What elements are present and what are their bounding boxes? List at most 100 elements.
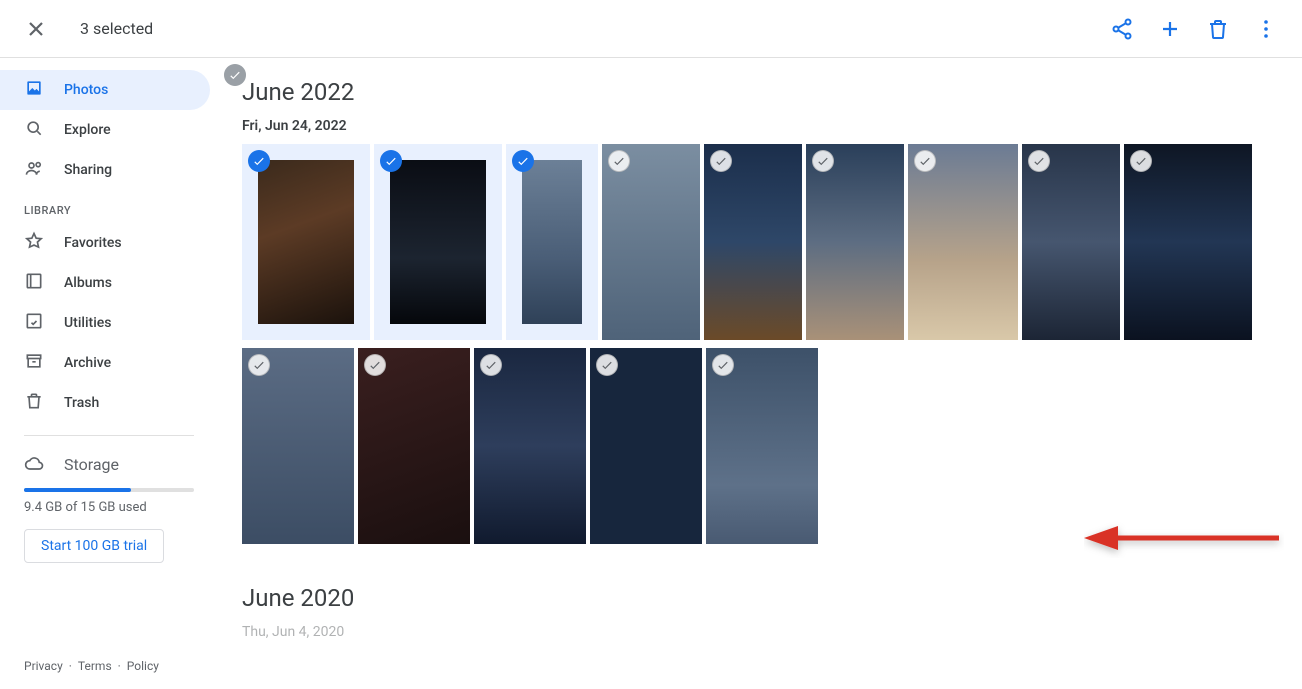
trash-icon [1206, 17, 1230, 41]
close-icon [24, 17, 48, 41]
sidebar-item-label: Trash [64, 395, 99, 411]
group-title: June 2022 [242, 78, 1278, 106]
people-icon [24, 158, 44, 182]
photo-thumbnail[interactable] [506, 144, 598, 340]
sidebar: Photos Explore Sharing LIBRARY Favorites Al… [0, 58, 218, 689]
date-label: Fri, Jun 24, 2022 [242, 118, 347, 134]
utilities-icon [24, 311, 44, 335]
photo-group: June 2020 Thu, Jun 4, 2020 [242, 584, 1278, 640]
share-icon [1110, 17, 1134, 41]
photo-image [908, 144, 1018, 340]
storage-meter-fill [24, 488, 131, 492]
checkmark-unselected-icon[interactable] [712, 354, 734, 376]
footer-links: Privacy · Terms · Policy [0, 659, 183, 673]
photo-image [1022, 144, 1120, 340]
photo-thumbnail[interactable] [374, 144, 502, 340]
sidebar-item-photos[interactable]: Photos [0, 70, 210, 110]
footer-privacy-link[interactable]: Privacy [24, 659, 63, 673]
sidebar-item-label: Archive [64, 355, 111, 371]
photo-group: June 2022 Fri, Jun 24, 2022 [242, 78, 1278, 544]
cloud-icon [24, 454, 44, 474]
photo-thumbnail[interactable] [806, 144, 904, 340]
search-icon [24, 118, 44, 142]
date-header[interactable]: Fri, Jun 24, 2022 [242, 118, 1278, 134]
checkmark-unselected-icon[interactable] [914, 150, 936, 172]
close-selection-button[interactable] [16, 9, 56, 49]
storage-used-text: 9.4 GB of 15 GB used [24, 500, 194, 515]
sidebar-item-storage[interactable]: Storage [24, 444, 194, 484]
sidebar-item-trash[interactable]: Trash [0, 383, 210, 423]
more-options-button[interactable] [1246, 9, 1286, 49]
group-title: June 2020 [242, 584, 1278, 612]
checkmark-unselected-icon[interactable] [596, 354, 618, 376]
star-icon [24, 231, 44, 255]
photo-thumbnail[interactable] [908, 144, 1018, 340]
photo-image [258, 160, 354, 324]
photo-thumbnail[interactable] [242, 144, 370, 340]
photo-thumbnail[interactable] [474, 348, 586, 544]
checkmark-selected-icon[interactable] [512, 150, 534, 172]
checkmark-unselected-icon[interactable] [812, 150, 834, 172]
checkmark-unselected-icon[interactable] [608, 150, 630, 172]
photo-image [390, 160, 486, 324]
photo-thumbnail[interactable] [242, 348, 354, 544]
photo-image [1124, 144, 1252, 340]
checkmark-selected-icon[interactable] [248, 150, 270, 172]
delete-button[interactable] [1198, 9, 1238, 49]
archive-icon [24, 351, 44, 375]
storage-meter [24, 488, 194, 492]
checkmark-unselected-icon[interactable] [480, 354, 502, 376]
photo-image [474, 348, 586, 544]
date-header[interactable]: Thu, Jun 4, 2020 [242, 624, 1278, 640]
top-bar: 3 selected [0, 0, 1302, 58]
sidebar-item-label: Storage [64, 455, 119, 474]
date-select-checkmark[interactable] [224, 64, 246, 86]
checkmark-unselected-icon[interactable] [248, 354, 270, 376]
photo-image [242, 348, 354, 544]
album-icon [24, 271, 44, 295]
checkmark-unselected-icon[interactable] [1130, 150, 1152, 172]
photo-thumbnail[interactable] [590, 348, 702, 544]
checkmark-unselected-icon[interactable] [364, 354, 386, 376]
photo-thumbnail[interactable] [602, 144, 700, 340]
photo-thumbnail[interactable] [1124, 144, 1252, 340]
add-to-button[interactable] [1150, 9, 1190, 49]
selection-count: 3 selected [80, 19, 153, 38]
checkmark-selected-icon[interactable] [380, 150, 402, 172]
photo-thumbnail[interactable] [358, 348, 470, 544]
sidebar-separator [24, 435, 194, 436]
photo-image [602, 144, 700, 340]
share-button[interactable] [1102, 9, 1142, 49]
main-content: June 2022 Fri, Jun 24, 2022 June 2020 Th… [218, 58, 1302, 689]
sidebar-item-sharing[interactable]: Sharing [0, 150, 210, 190]
sidebar-section-library: LIBRARY [0, 190, 218, 223]
footer-terms-link[interactable]: Terms [78, 659, 112, 673]
sidebar-item-label: Albums [64, 275, 112, 291]
photo-image [706, 348, 818, 544]
photo-thumbnail[interactable] [706, 348, 818, 544]
checkmark-unselected-icon[interactable] [710, 150, 732, 172]
sidebar-item-label: Utilities [64, 315, 111, 331]
photo-image [704, 144, 802, 340]
sidebar-item-utilities[interactable]: Utilities [0, 303, 210, 343]
photo-grid [242, 144, 1278, 544]
photo-image [522, 160, 582, 324]
sidebar-item-albums[interactable]: Albums [0, 263, 210, 303]
date-label: Thu, Jun 4, 2020 [242, 624, 344, 640]
more-vert-icon [1254, 17, 1278, 41]
start-trial-button[interactable]: Start 100 GB trial [24, 529, 164, 563]
sidebar-item-label: Explore [64, 122, 111, 138]
photo-image [806, 144, 904, 340]
plus-icon [1158, 17, 1182, 41]
checkmark-unselected-icon[interactable] [1028, 150, 1050, 172]
photo-thumbnail[interactable] [1022, 144, 1120, 340]
sidebar-item-label: Favorites [64, 235, 122, 251]
sidebar-item-archive[interactable]: Archive [0, 343, 210, 383]
photo-thumbnail[interactable] [704, 144, 802, 340]
trash-icon [24, 391, 44, 415]
image-icon [24, 78, 44, 102]
sidebar-item-label: Sharing [64, 162, 112, 178]
sidebar-item-favorites[interactable]: Favorites [0, 223, 210, 263]
footer-policy-link[interactable]: Policy [127, 659, 159, 673]
sidebar-item-explore[interactable]: Explore [0, 110, 210, 150]
